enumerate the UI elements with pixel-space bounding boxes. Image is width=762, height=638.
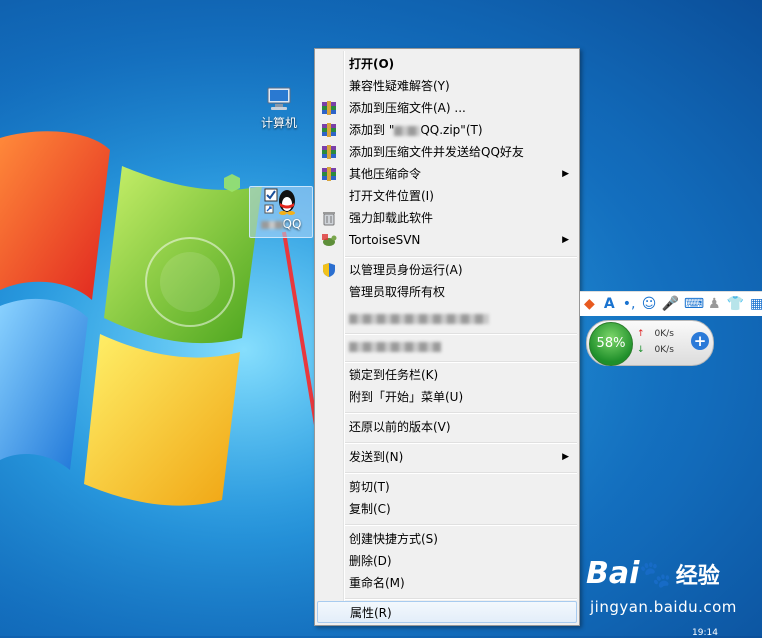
winrar-icon xyxy=(322,101,336,115)
menu-item-run-admin[interactable]: 以管理员身份运行(A) xyxy=(317,259,577,281)
menu-separator xyxy=(345,598,577,600)
menu-separator xyxy=(345,412,577,414)
menu-label: 添加到压缩文件并发送给QQ好友 xyxy=(349,145,524,159)
skin-icon[interactable]: ◆ xyxy=(582,296,597,312)
menu-label: 复制(C) xyxy=(349,502,391,516)
menu-label: 附到「开始」菜单(U) xyxy=(349,390,464,404)
menu-item-cut[interactable]: 剪切(T) xyxy=(317,476,577,498)
menu-label: 强力卸载此软件 xyxy=(349,211,434,225)
menu-separator xyxy=(345,524,577,526)
menu-label: 锁定到任务栏(K) xyxy=(349,368,439,382)
menu-separator xyxy=(345,472,577,474)
menu-label: 以管理员身份运行(A) xyxy=(349,263,463,277)
menu-item-other-compress[interactable]: 其他压缩命令 ▶ xyxy=(317,163,577,185)
grid-icon[interactable]: ▦ xyxy=(749,296,762,312)
menu-item-open-location[interactable]: 打开文件位置(I) xyxy=(317,185,577,207)
menu-item-create-shortcut[interactable]: 创建快捷方式(S) xyxy=(317,528,577,550)
upload-speed: ↑ 0K/s xyxy=(637,329,687,339)
menu-item-pin-start[interactable]: 附到「开始」菜单(U) xyxy=(317,386,577,408)
uac-shield-icon xyxy=(323,263,335,277)
menu-item-rename[interactable]: 重命名(M) xyxy=(317,572,577,594)
menu-item-uninstall[interactable]: 强力卸载此软件 xyxy=(317,207,577,229)
menu-separator xyxy=(345,361,577,363)
menu-label: 添加到 " xyxy=(349,123,395,137)
menu-item-take-ownership[interactable]: 管理员取得所有权 xyxy=(317,281,577,303)
menu-label: 删除(D) xyxy=(349,554,392,568)
qq-penguin-icon xyxy=(264,188,295,215)
menu-item-tortoisesvn[interactable]: TortoiseSVN ▶ xyxy=(317,229,577,251)
menu-item-pin-taskbar[interactable]: 锁定到任务栏(K) xyxy=(317,364,577,386)
microphone-icon[interactable]: 🎤 xyxy=(661,296,678,312)
menu-label: 打开文件位置(I) xyxy=(349,189,434,203)
menu-item-restore-versions[interactable]: 还原以前的版本(V) xyxy=(317,416,577,438)
menu-separator xyxy=(345,442,577,444)
menu-item-compat[interactable]: 兼容性疑难解答(Y) xyxy=(317,75,577,97)
menu-item-blurred-2[interactable] xyxy=(317,335,577,357)
menu-item-send-to[interactable]: 发送到(N) ▶ xyxy=(317,446,577,468)
menu-label: 属性(R) xyxy=(350,606,392,620)
menu-item-copy[interactable]: 复制(C) xyxy=(317,498,577,520)
menu-item-add-send-qq[interactable]: 添加到压缩文件并发送给QQ好友 xyxy=(317,141,577,163)
down-arrow-icon: ↓ xyxy=(637,345,645,355)
up-arrow-icon: ↑ xyxy=(637,329,645,339)
submenu-arrow-icon: ▶ xyxy=(562,169,569,179)
context-menu: 打开(O) 兼容性疑难解答(Y) 添加到压缩文件(A) ... 添加到 " QQ.… xyxy=(314,48,580,626)
memory-usage-ball[interactable]: 58% xyxy=(589,322,633,366)
menu-label: 添加到压缩文件(A) ... xyxy=(349,101,466,115)
network-speed-widget[interactable]: 58% ↑ 0K/s ↓ 0K/s + xyxy=(586,320,714,366)
menu-label: 兼容性疑难解答(Y) xyxy=(349,79,450,93)
upload-value: 0K/s xyxy=(654,329,674,339)
submenu-arrow-icon: ▶ xyxy=(562,452,569,462)
baidu-jingyan-watermark: Bai🐾 经验 jingyan.baidu.com xyxy=(586,556,762,618)
font-icon[interactable]: A xyxy=(602,296,617,312)
menu-label: 创建快捷方式(S) xyxy=(349,532,438,546)
winrar-icon xyxy=(322,167,336,181)
menu-label: 剪切(T) xyxy=(349,480,390,494)
menu-label: 打开(O) xyxy=(349,57,395,71)
memory-percent: 58% xyxy=(596,336,626,351)
ime-toolbar: ◆ A •, ☺ 🎤 ⌨ ♟ 👕 ▦ xyxy=(580,291,762,316)
accelerate-plus-icon[interactable]: + xyxy=(691,332,709,350)
desktop-icon-computer[interactable]: 计算机 xyxy=(254,86,304,131)
menu-item-delete[interactable]: 删除(D) xyxy=(317,550,577,572)
desktop-icon-qq[interactable]: QQ xyxy=(249,186,313,238)
keyboard-icon[interactable]: ⌨ xyxy=(684,296,704,312)
menu-separator xyxy=(345,256,577,258)
punctuation-icon[interactable]: •, xyxy=(622,296,637,312)
menu-item-add-zip[interactable]: 添加到 " QQ.zip"(T) xyxy=(317,119,577,141)
winrar-icon xyxy=(322,145,336,159)
computer-icon xyxy=(267,87,291,110)
menu-label: 管理员取得所有权 xyxy=(349,285,446,299)
desktop-icon-label: QQ xyxy=(250,217,312,231)
menu-item-add-archive[interactable]: 添加到压缩文件(A) ... xyxy=(317,97,577,119)
menu-label: TortoiseSVN xyxy=(349,233,421,247)
watermark-brand-cn: 经验 xyxy=(675,564,720,589)
menu-label: 还原以前的版本(V) xyxy=(349,420,451,434)
user-icon[interactable]: ♟ xyxy=(707,296,722,312)
menu-item-blurred-1[interactable] xyxy=(317,307,577,329)
desktop-icon-label: 计算机 xyxy=(260,116,297,130)
watermark-brand: Bai xyxy=(586,556,640,591)
submenu-arrow-icon: ▶ xyxy=(562,235,569,245)
menu-item-open[interactable]: 打开(O) xyxy=(317,53,577,75)
menu-label: 重命名(M) xyxy=(349,576,405,590)
menu-item-properties[interactable]: 属性(R) xyxy=(317,601,577,623)
menu-label: 其他压缩命令 xyxy=(349,167,422,181)
menu-label: 发送到(N) xyxy=(349,450,404,464)
download-value: 0K/s xyxy=(654,345,674,355)
watermark-url: jingyan.baidu.com xyxy=(590,598,737,616)
menu-label: QQ.zip"(T) xyxy=(420,123,483,137)
tortoise-icon xyxy=(322,234,337,246)
shirt-icon[interactable]: 👕 xyxy=(727,296,744,312)
download-speed: ↓ 0K/s xyxy=(637,345,687,355)
taskbar-clock[interactable]: 19:14 xyxy=(692,628,718,638)
trash-icon xyxy=(323,212,335,226)
winrar-icon xyxy=(322,123,336,137)
emoji-icon[interactable]: ☺ xyxy=(642,296,657,312)
paw-icon: 🐾 xyxy=(639,560,672,590)
